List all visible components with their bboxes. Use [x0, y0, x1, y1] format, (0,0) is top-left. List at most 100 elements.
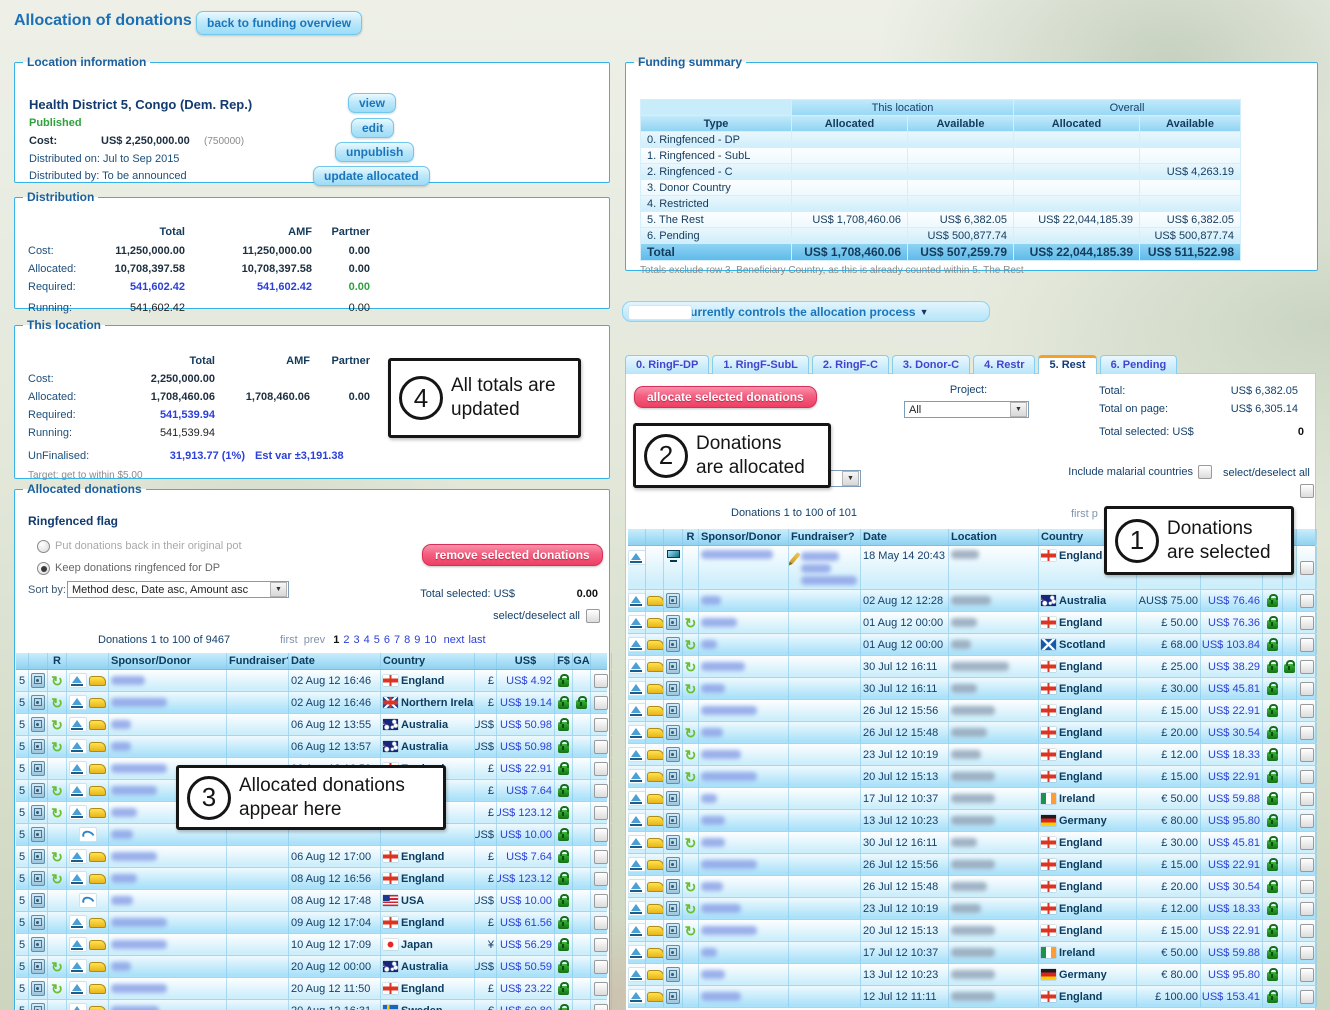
tab-6-pending[interactable]: 6. Pending	[1100, 355, 1178, 374]
pagination-links[interactable]: first p	[1071, 508, 1098, 520]
sponsor-link[interactable]	[109, 934, 227, 955]
usd-amount-link[interactable]: US$ 22.91	[1201, 766, 1263, 787]
row-checkbox[interactable]	[594, 872, 608, 886]
row-checkbox[interactable]	[594, 828, 608, 842]
pagination-page[interactable]: 6	[384, 634, 390, 646]
row-checkbox[interactable]	[1300, 990, 1314, 1004]
usd-amount-link[interactable]: US$ 22.91	[1201, 700, 1263, 721]
sponsor-link[interactable]	[699, 700, 789, 721]
row-checkbox[interactable]	[594, 960, 608, 974]
usd-amount-link[interactable]: US$ 123.12	[497, 868, 555, 889]
row-checkbox[interactable]	[1300, 858, 1314, 872]
radio-keep-ringfenced[interactable]	[37, 562, 50, 575]
row-checkbox[interactable]	[1300, 616, 1314, 630]
usd-amount-link[interactable]: US$ 59.88	[1201, 788, 1263, 809]
usd-amount-link[interactable]: US$ 95.80	[1201, 810, 1263, 831]
usd-amount-link[interactable]: US$ 30.54	[1201, 876, 1263, 897]
row-checkbox[interactable]	[1300, 726, 1314, 740]
back-button[interactable]: back to funding overview	[196, 11, 362, 35]
sponsor-link[interactable]	[699, 744, 789, 765]
usd-amount-link[interactable]: US$ 76.46	[1201, 590, 1263, 611]
edit-button[interactable]: edit	[351, 118, 394, 138]
usd-amount-link[interactable]: US$ 10.00	[497, 824, 555, 845]
row-checkbox[interactable]	[1300, 924, 1314, 938]
tab-5-rest[interactable]: 5. Rest	[1038, 355, 1096, 374]
sponsor-link[interactable]	[109, 714, 227, 735]
view-button[interactable]: view	[348, 93, 396, 113]
pagination-page[interactable]: 8	[404, 634, 410, 646]
sponsor-link[interactable]	[109, 890, 227, 911]
usd-amount-link[interactable]: US$ 10.00	[497, 890, 555, 911]
sponsor-link[interactable]	[699, 854, 789, 875]
usd-amount-link[interactable]: US$ 30.54	[1201, 722, 1263, 743]
sponsor-link[interactable]	[109, 670, 227, 691]
row-checkbox[interactable]	[1300, 968, 1314, 982]
sponsor-link[interactable]	[109, 956, 227, 977]
usd-amount-link[interactable]: US$ 103.84	[1201, 634, 1263, 655]
row-checkbox[interactable]	[1300, 880, 1314, 894]
usd-amount-link[interactable]: US$ 45.81	[1201, 832, 1263, 853]
row-checkbox[interactable]	[1300, 792, 1314, 806]
sponsor-link[interactable]	[699, 656, 789, 677]
tab-4-restr[interactable]: 4. Restr	[973, 355, 1035, 374]
pagination-page[interactable]: 4	[364, 634, 370, 646]
tab-0-ringf-dp[interactable]: 0. RingF-DP	[625, 355, 709, 374]
unpublish-button[interactable]: unpublish	[335, 142, 414, 162]
radio-original-pot[interactable]	[37, 540, 50, 553]
usd-amount-link[interactable]: US$ 19.14	[497, 692, 555, 713]
usd-amount-link[interactable]: US$ 61.56	[497, 912, 555, 933]
row-checkbox[interactable]	[594, 916, 608, 930]
tab-3-donor-c[interactable]: 3. Donor-C	[892, 355, 970, 374]
row-checkbox[interactable]	[1300, 836, 1314, 850]
row-checkbox[interactable]	[1300, 704, 1314, 718]
usd-amount-link[interactable]: US$ 4.92	[497, 670, 555, 691]
allocate-selected-donations-button[interactable]: allocate selected donations	[634, 386, 817, 408]
row-checkbox[interactable]	[594, 938, 608, 952]
allocation-process-control-bar[interactable]: currently controls the allocation proces…	[622, 301, 990, 322]
sponsor-link[interactable]	[699, 722, 789, 743]
pagination-prev[interactable]: prev	[304, 634, 325, 646]
row-checkbox[interactable]	[594, 982, 608, 996]
sponsor-link[interactable]	[699, 634, 789, 655]
row-checkbox[interactable]	[1300, 770, 1314, 784]
sponsor-link[interactable]	[699, 964, 789, 985]
row-checkbox[interactable]	[594, 674, 608, 688]
pagination-page[interactable]: 2	[343, 634, 349, 646]
sponsor-link[interactable]	[109, 868, 227, 889]
update-allocated-button[interactable]: update allocated	[313, 166, 430, 186]
sponsor-link[interactable]	[699, 810, 789, 831]
row-checkbox[interactable]	[594, 1004, 608, 1010]
usd-amount-link[interactable]: US$ 7.64	[497, 780, 555, 801]
usd-amount-link[interactable]: US$ 22.91	[1201, 920, 1263, 941]
row-checkbox[interactable]	[1300, 561, 1314, 575]
sponsor-link[interactable]	[109, 912, 227, 933]
tab-1-ringf-subl[interactable]: 1. RingF-SubL	[712, 355, 809, 374]
row-checkbox[interactable]	[594, 762, 608, 776]
row-checkbox[interactable]	[1300, 594, 1314, 608]
row-checkbox[interactable]	[594, 784, 608, 798]
sponsor-link[interactable]	[699, 788, 789, 809]
row-checkbox[interactable]	[594, 806, 608, 820]
usd-amount-link[interactable]: US$ 50.98	[497, 736, 555, 757]
select-all-checkbox[interactable]	[586, 609, 600, 623]
row-checkbox[interactable]	[1300, 814, 1314, 828]
row-checkbox[interactable]	[1300, 748, 1314, 762]
remove-selected-donations-button[interactable]: remove selected donations	[422, 544, 603, 566]
row-checkbox[interactable]	[1300, 638, 1314, 652]
pagination-page[interactable]: 7	[394, 634, 400, 646]
usd-amount-link[interactable]: US$ 45.81	[1201, 678, 1263, 699]
sponsor-link[interactable]	[109, 736, 227, 757]
row-checkbox[interactable]	[1300, 902, 1314, 916]
row-checkbox[interactable]	[1300, 682, 1314, 696]
usd-amount-link[interactable]: US$ 22.91	[497, 758, 555, 779]
usd-amount-link[interactable]: US$ 59.88	[1201, 942, 1263, 963]
include-malarial-checkbox[interactable]	[1198, 465, 1212, 479]
sponsor-link[interactable]	[699, 590, 789, 611]
sponsor-link[interactable]	[699, 942, 789, 963]
sponsor-link[interactable]	[699, 876, 789, 897]
sponsor-link[interactable]	[699, 986, 789, 1007]
select-all-checkbox[interactable]	[1300, 484, 1314, 498]
sponsor-link[interactable]	[109, 692, 227, 713]
usd-amount-link[interactable]: US$ 123.12	[497, 802, 555, 823]
usd-amount-link[interactable]: US$ 76.36	[1201, 612, 1263, 633]
